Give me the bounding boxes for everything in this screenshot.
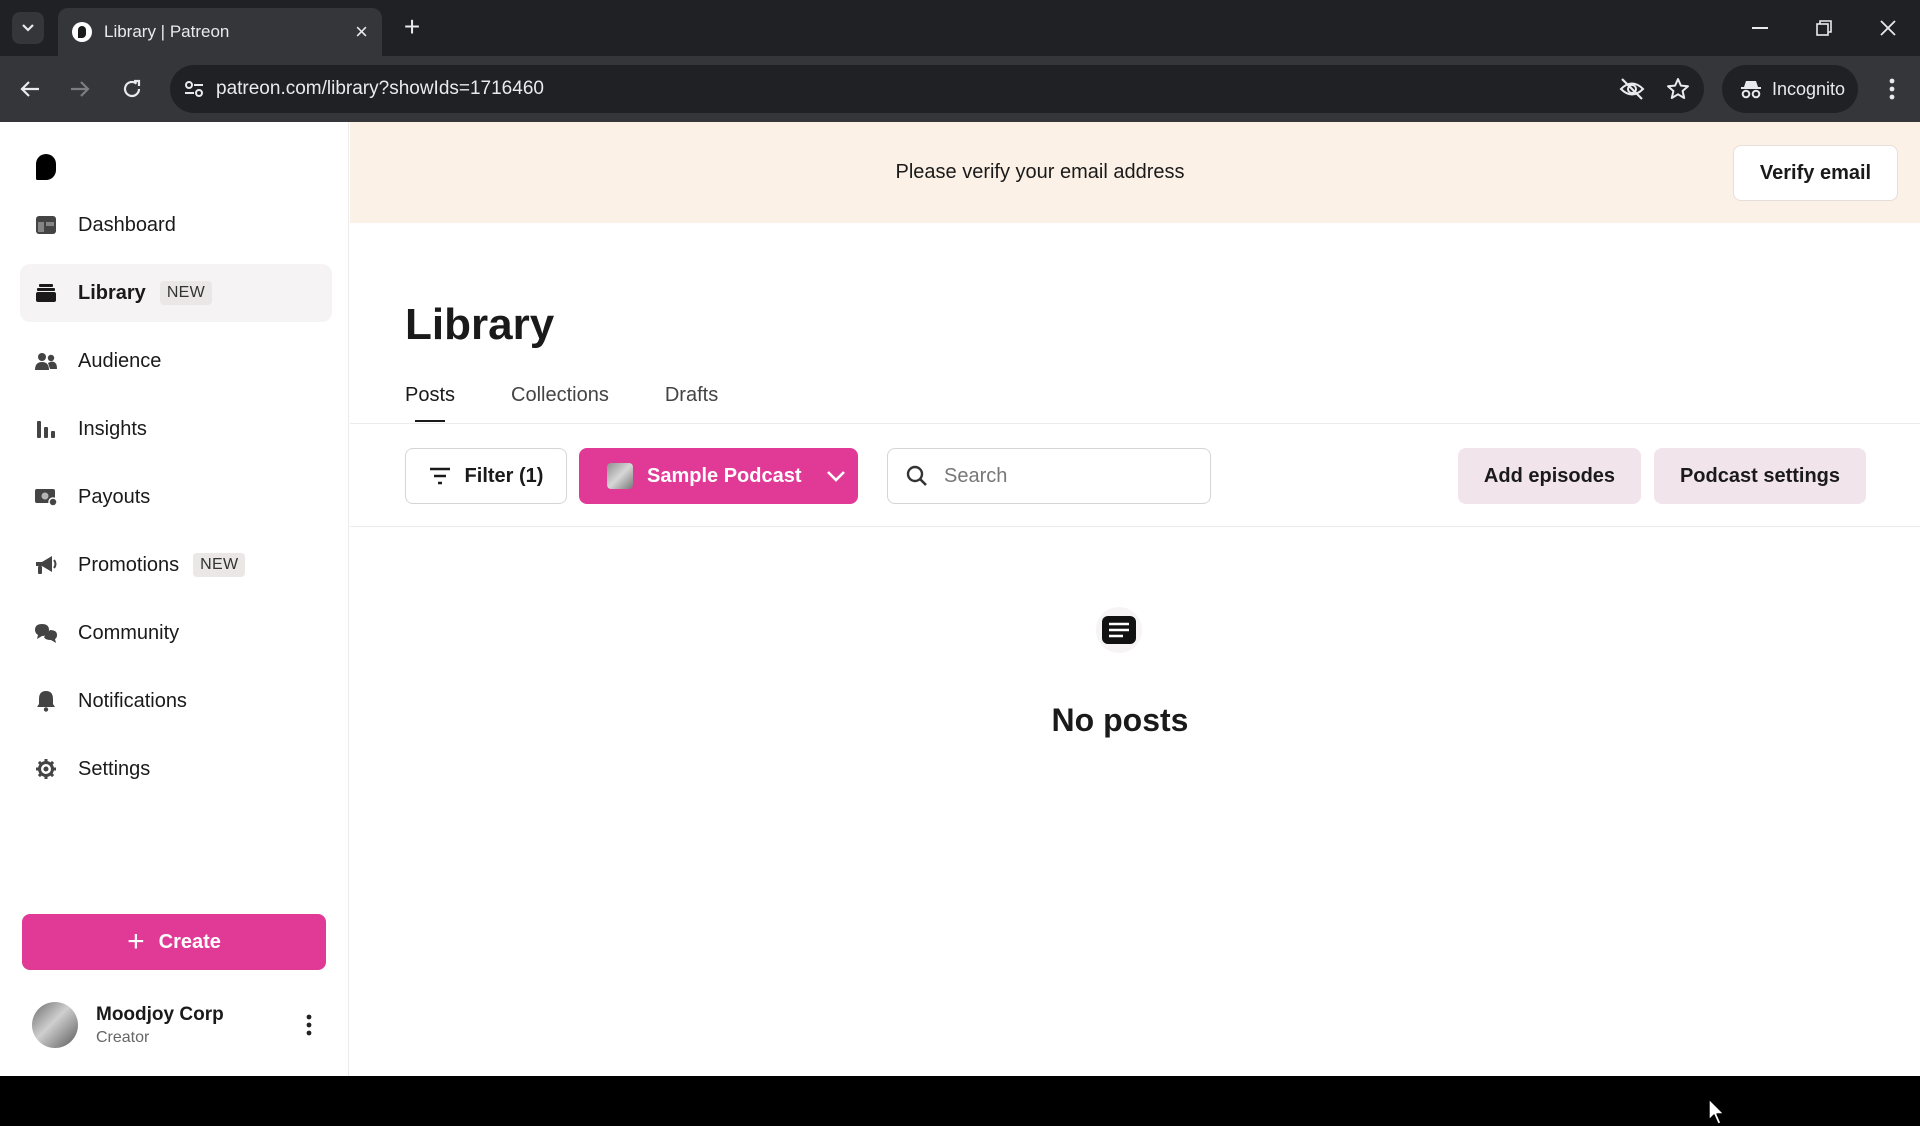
filter-icon bbox=[429, 467, 450, 485]
sidebar-item-payouts[interactable]: Payouts bbox=[20, 468, 332, 526]
sidebar-item-dashboard[interactable]: Dashboard bbox=[20, 196, 332, 254]
megaphone-icon bbox=[34, 553, 58, 577]
plus-icon: + bbox=[127, 925, 145, 958]
sidebar-item-label: Settings bbox=[78, 757, 151, 780]
sidebar-item-label: Dashboard bbox=[78, 213, 176, 236]
user-role: Creator bbox=[96, 1028, 150, 1046]
tab-title: Library | Patreon bbox=[104, 22, 230, 41]
filter-label: Filter (1) bbox=[464, 464, 544, 487]
search-input[interactable] bbox=[944, 464, 1184, 488]
close-tab-icon[interactable]: × bbox=[355, 21, 368, 43]
payouts-icon bbox=[34, 485, 58, 509]
avatar[interactable] bbox=[32, 1002, 78, 1048]
toolbar-divider bbox=[350, 526, 1920, 527]
patreon-favicon-icon bbox=[72, 22, 92, 42]
podcast-thumbnail bbox=[607, 463, 633, 489]
chevron-down-icon bbox=[22, 24, 34, 32]
browser-menu-button[interactable] bbox=[1874, 71, 1910, 107]
gear-icon bbox=[34, 757, 58, 781]
bell-icon bbox=[34, 689, 58, 713]
browser-tab[interactable]: Library | Patreon × bbox=[58, 8, 382, 56]
restore-icon[interactable] bbox=[1798, 10, 1850, 46]
tab-search-button[interactable] bbox=[12, 12, 44, 44]
dashboard-icon bbox=[34, 213, 58, 237]
verify-email-banner: Please verify your email address Verify … bbox=[350, 122, 1920, 223]
more-vertical-icon bbox=[306, 1014, 312, 1036]
eye-off-icon[interactable] bbox=[1612, 69, 1652, 109]
sidebar-item-promotions[interactable]: Promotions NEW bbox=[20, 536, 332, 594]
add-episodes-button[interactable]: Add episodes bbox=[1458, 448, 1641, 504]
new-badge: NEW bbox=[193, 553, 246, 577]
incognito-indicator[interactable]: Incognito bbox=[1722, 65, 1858, 113]
user-menu-button[interactable] bbox=[294, 1010, 324, 1040]
mouse-cursor-icon bbox=[1708, 1098, 1725, 1125]
chevron-down-icon bbox=[826, 471, 845, 482]
sidebar-item-library[interactable]: Library NEW bbox=[20, 264, 332, 322]
audience-icon bbox=[34, 349, 58, 373]
sidebar-item-settings[interactable]: Settings bbox=[20, 740, 332, 798]
reload-icon bbox=[123, 79, 141, 98]
url-text[interactable]: patreon.com/library?showIds=1716460 bbox=[216, 78, 1612, 100]
create-label: Create bbox=[158, 930, 221, 953]
back-button[interactable] bbox=[12, 71, 48, 107]
main-content: Please verify your email address Verify … bbox=[350, 122, 1920, 1076]
podcast-selector[interactable]: Sample Podcast bbox=[579, 448, 858, 504]
patreon-page: Dashboard Library NEW Audience Insights bbox=[0, 122, 1920, 1125]
sidebar-item-insights[interactable]: Insights bbox=[20, 400, 332, 458]
bottom-edge bbox=[0, 1076, 1920, 1080]
user-profile[interactable]: Moodjoy Corp Creator bbox=[32, 998, 332, 1052]
address-bar[interactable]: patreon.com/library?showIds=1716460 bbox=[170, 65, 1704, 113]
sidebar: Dashboard Library NEW Audience Insights bbox=[0, 122, 349, 1076]
verify-email-button[interactable]: Verify email bbox=[1733, 145, 1898, 201]
more-vertical-icon bbox=[1889, 78, 1895, 100]
sidebar-item-notifications[interactable]: Notifications bbox=[20, 672, 332, 730]
reload-button[interactable] bbox=[114, 71, 150, 107]
empty-state-text: No posts bbox=[1051, 702, 1189, 738]
tab-collections[interactable]: Collections bbox=[511, 384, 609, 407]
sidebar-item-label: Notifications bbox=[78, 689, 187, 712]
tab-bar: Library | Patreon × + bbox=[0, 0, 1920, 56]
sidebar-item-label: Library bbox=[78, 281, 146, 304]
podcast-settings-button[interactable]: Podcast settings bbox=[1654, 448, 1866, 504]
sidebar-item-label: Payouts bbox=[78, 485, 151, 508]
site-info-icon[interactable] bbox=[182, 77, 206, 101]
filter-button[interactable]: Filter (1) bbox=[405, 448, 567, 504]
podcast-label: Sample Podcast bbox=[647, 464, 802, 487]
incognito-icon bbox=[1741, 81, 1761, 99]
search-icon bbox=[906, 465, 927, 486]
search-box[interactable] bbox=[887, 448, 1211, 504]
sidebar-item-label: Community bbox=[78, 621, 180, 644]
bookmark-star-icon[interactable] bbox=[1658, 69, 1698, 109]
new-tab-button[interactable]: + bbox=[396, 12, 428, 44]
new-badge: NEW bbox=[159, 281, 213, 305]
tab-drafts[interactable]: Drafts bbox=[665, 384, 718, 407]
sidebar-item-label: Insights bbox=[78, 417, 147, 440]
patreon-logo-icon[interactable] bbox=[36, 154, 60, 182]
close-window-icon[interactable] bbox=[1862, 10, 1914, 46]
sidebar-item-community[interactable]: Community bbox=[20, 604, 332, 662]
library-tabs: Posts Collections Drafts bbox=[405, 384, 774, 422]
banner-text: Please verify your email address bbox=[895, 161, 1185, 183]
library-icon bbox=[34, 281, 58, 305]
user-info: Moodjoy Corp Creator bbox=[96, 1004, 224, 1047]
document-icon bbox=[1096, 607, 1142, 653]
minimize-icon[interactable] bbox=[1734, 10, 1786, 46]
incognito-label: Incognito bbox=[1772, 78, 1846, 99]
insights-icon bbox=[34, 417, 58, 441]
sidebar-item-label: Audience bbox=[78, 349, 162, 372]
arrow-left-icon bbox=[20, 81, 39, 97]
create-button[interactable]: + Create bbox=[22, 914, 326, 970]
tab-posts[interactable]: Posts bbox=[405, 384, 455, 422]
chat-icon bbox=[34, 621, 58, 645]
arrow-right-icon bbox=[71, 81, 90, 97]
browser-toolbar: patreon.com/library?showIds=1716460 Inco… bbox=[0, 56, 1920, 122]
tabs-divider bbox=[350, 423, 1920, 424]
sidebar-item-label: Promotions bbox=[78, 553, 180, 576]
page-title: Library bbox=[405, 300, 555, 349]
browser-chrome: Library | Patreon × + patreon.com/librar… bbox=[0, 0, 1920, 122]
sidebar-item-audience[interactable]: Audience bbox=[20, 332, 332, 390]
user-name: Moodjoy Corp bbox=[96, 1003, 224, 1025]
forward-button[interactable] bbox=[62, 71, 98, 107]
sidebar-nav: Dashboard Library NEW Audience Insights bbox=[20, 196, 332, 808]
